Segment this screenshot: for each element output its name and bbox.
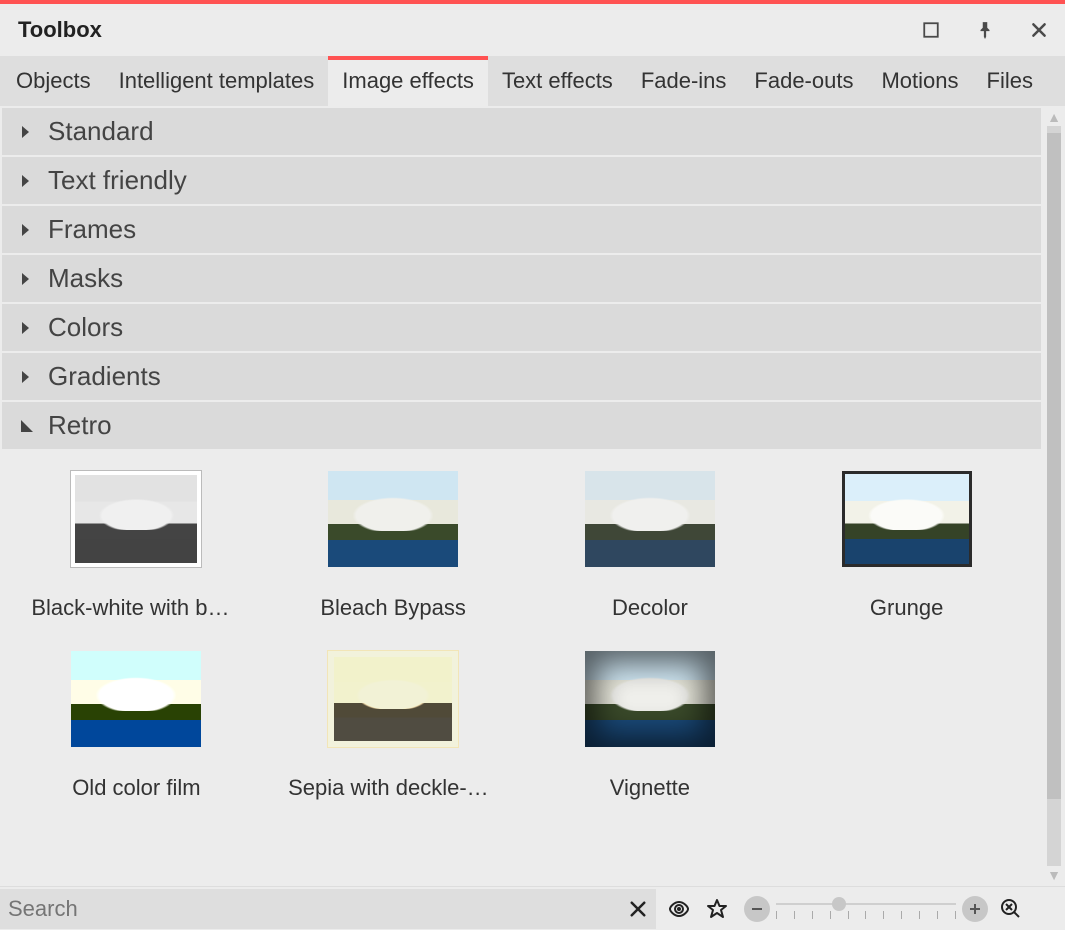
effect-thumbnail (71, 651, 201, 747)
clear-search-button[interactable] (620, 899, 656, 919)
zoom-out-button[interactable] (744, 896, 770, 922)
effect-grunge[interactable]: Grunge (778, 471, 1035, 621)
tab-label: Objects (16, 68, 91, 94)
effect-label: Black-white with bor... (31, 595, 241, 621)
category-label: Masks (48, 263, 123, 294)
tab-files[interactable]: Files (973, 56, 1047, 106)
category-text-friendly[interactable]: Text friendly (2, 157, 1041, 206)
chevron-right-icon (20, 271, 34, 287)
tab-label: Fade-outs (754, 68, 853, 94)
effect-label: Bleach Bypass (320, 595, 466, 621)
titlebar: Toolbox (0, 4, 1065, 56)
chevron-down-icon (20, 419, 34, 433)
category-standard[interactable]: Standard (2, 108, 1041, 157)
category-frames[interactable]: Frames (2, 206, 1041, 255)
effect-bleach-bypass[interactable]: Bleach Bypass (265, 471, 522, 621)
scroll-track[interactable] (1047, 126, 1061, 866)
effect-old-color-film[interactable]: Old color film (8, 651, 265, 801)
search-input[interactable] (0, 896, 620, 922)
zoom-slider[interactable] (776, 897, 956, 921)
window-title: Toolbox (18, 17, 102, 43)
tab-label: Image effects (342, 68, 474, 94)
effects-grid: Black-white with bor... Bleach Bypass De… (2, 451, 1041, 811)
category-label: Frames (48, 214, 136, 245)
tab-fade-ins[interactable]: Fade-ins (627, 56, 741, 106)
effect-thumbnail (585, 651, 715, 747)
effect-thumbnail (585, 471, 715, 567)
category-masks[interactable]: Masks (2, 255, 1041, 304)
tab-label: Intelligent templates (119, 68, 315, 94)
search-wrap (0, 889, 656, 929)
zoom-controls (744, 896, 988, 922)
effect-label: Old color film (72, 775, 200, 801)
pin-button[interactable] (975, 20, 995, 40)
favorite-button[interactable] (702, 894, 732, 924)
preview-button[interactable] (664, 894, 694, 924)
vertical-scrollbar[interactable]: ▲ ▼ (1043, 106, 1065, 886)
tab-label: Files (987, 68, 1033, 94)
zoom-reset-button[interactable] (996, 894, 1026, 924)
effect-thumbnail (328, 651, 458, 747)
scroll-down-icon[interactable]: ▼ (1047, 868, 1061, 882)
chevron-right-icon (20, 124, 34, 140)
tab-objects[interactable]: Objects (2, 56, 105, 106)
effect-thumbnail (842, 471, 972, 567)
chevron-right-icon (20, 369, 34, 385)
effect-sepia-deckle[interactable]: Sepia with deckle-ed... (265, 651, 522, 801)
tab-image-effects[interactable]: Image effects (328, 56, 488, 106)
effect-label: Decolor (612, 595, 688, 621)
category-gradients[interactable]: Gradients (2, 353, 1041, 402)
chevron-right-icon (20, 173, 34, 189)
tab-label: Fade-ins (641, 68, 727, 94)
tab-fade-outs[interactable]: Fade-outs (740, 56, 867, 106)
zoom-slider-thumb[interactable] (832, 897, 846, 911)
zoom-in-button[interactable] (962, 896, 988, 922)
tab-text-effects[interactable]: Text effects (488, 56, 627, 106)
category-label: Text friendly (48, 165, 187, 196)
category-colors[interactable]: Colors (2, 304, 1041, 353)
effect-thumbnail (71, 471, 201, 567)
scroll-thumb[interactable] (1047, 133, 1061, 799)
effect-decolor[interactable]: Decolor (522, 471, 779, 621)
tabs-bar: Objects Intelligent templates Image effe… (0, 56, 1065, 106)
effect-vignette[interactable]: Vignette (522, 651, 779, 801)
footer-bar (0, 886, 1065, 930)
category-retro[interactable]: Retro (2, 402, 1041, 451)
category-label: Gradients (48, 361, 161, 392)
maximize-button[interactable] (921, 20, 941, 40)
effect-label: Vignette (610, 775, 690, 801)
scroll-up-icon[interactable]: ▲ (1047, 110, 1061, 124)
effect-label: Grunge (870, 595, 943, 621)
category-label: Colors (48, 312, 123, 343)
category-label: Retro (48, 410, 112, 441)
effect-black-white-border[interactable]: Black-white with bor... (8, 471, 265, 621)
tab-intelligent-templates[interactable]: Intelligent templates (105, 56, 329, 106)
effect-label: Sepia with deckle-ed... (288, 775, 498, 801)
category-label: Standard (48, 116, 154, 147)
content-area: Standard Text friendly Frames Masks Colo… (0, 106, 1043, 886)
tab-label: Motions (881, 68, 958, 94)
tab-motions[interactable]: Motions (867, 56, 972, 106)
effect-thumbnail (328, 471, 458, 567)
chevron-right-icon (20, 222, 34, 238)
close-button[interactable] (1029, 20, 1049, 40)
chevron-right-icon (20, 320, 34, 336)
tab-label: Text effects (502, 68, 613, 94)
